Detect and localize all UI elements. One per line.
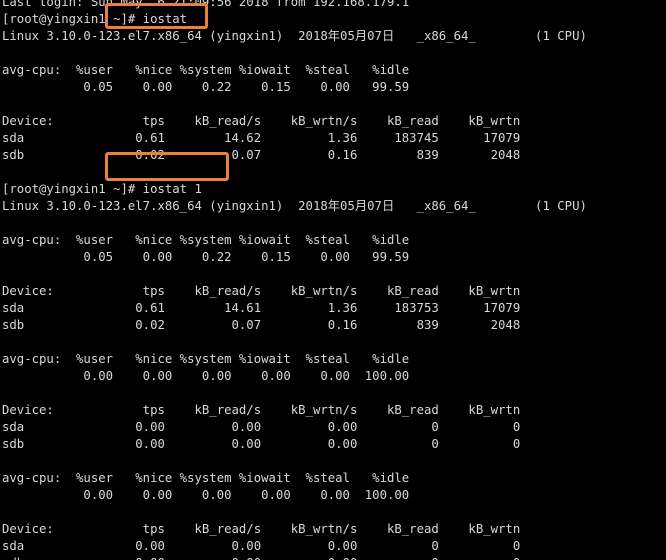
terminal-line: sdb 0.02 0.07 0.16 839 2048 [2, 318, 521, 332]
terminal-line: Last login: Sun May 6 21:09:56 2018 from… [2, 0, 410, 9]
terminal-line: Device: tps kB_read/s kB_wrtn/s kB_read … [2, 284, 521, 298]
terminal-line: 0.00 0.00 0.00 0.00 0.00 100.00 [2, 369, 410, 383]
terminal-line: [root@yingxin1 ~]# iostat 1 [2, 182, 202, 196]
terminal-line: sda 0.61 14.62 1.36 183745 17079 [2, 131, 521, 145]
terminal-line: sda 0.00 0.00 0.00 0 0 [2, 539, 521, 553]
terminal-line: Device: tps kB_read/s kB_wrtn/s kB_read … [2, 522, 521, 536]
terminal-line: sda 0.00 0.00 0.00 0 0 [2, 420, 521, 434]
terminal-line: sdb 0.00 0.00 0.00 0 0 [2, 437, 521, 451]
terminal-line: Device: tps kB_read/s kB_wrtn/s kB_read … [2, 114, 521, 128]
terminal-line: 0.00 0.00 0.00 0.00 0.00 100.00 [2, 488, 410, 502]
terminal-line: Linux 3.10.0-123.el7.x86_64 (yingxin1) 2… [2, 29, 587, 43]
terminal-line: avg-cpu: %user %nice %system %iowait %st… [2, 233, 410, 247]
terminal-line: sdb 0.00 0.00 0.00 0 0 [2, 555, 666, 560]
terminal-line: Linux 3.10.0-123.el7.x86_64 (yingxin1) 2… [2, 199, 587, 213]
terminal-line: 0.05 0.00 0.22 0.15 0.00 99.59 [2, 250, 410, 264]
terminal-line: 0.05 0.00 0.22 0.15 0.00 99.59 [2, 80, 410, 94]
terminal-line: Device: tps kB_read/s kB_wrtn/s kB_read … [2, 403, 521, 417]
terminal-line: avg-cpu: %user %nice %system %iowait %st… [2, 63, 410, 77]
terminal-window[interactable]: Last login: Sun May 6 21:09:56 2018 from… [0, 0, 666, 560]
terminal-screen[interactable]: Last login: Sun May 6 21:09:56 2018 from… [0, 0, 666, 560]
terminal-line: avg-cpu: %user %nice %system %iowait %st… [2, 352, 410, 366]
terminal-line: sdb 0.02 0.07 0.16 839 2048 [2, 148, 521, 162]
terminal-line: avg-cpu: %user %nice %system %iowait %st… [2, 471, 410, 485]
terminal-line: [root@yingxin1 ~]# iostat [2, 12, 188, 26]
terminal-line: sda 0.61 14.61 1.36 183753 17079 [2, 301, 521, 315]
